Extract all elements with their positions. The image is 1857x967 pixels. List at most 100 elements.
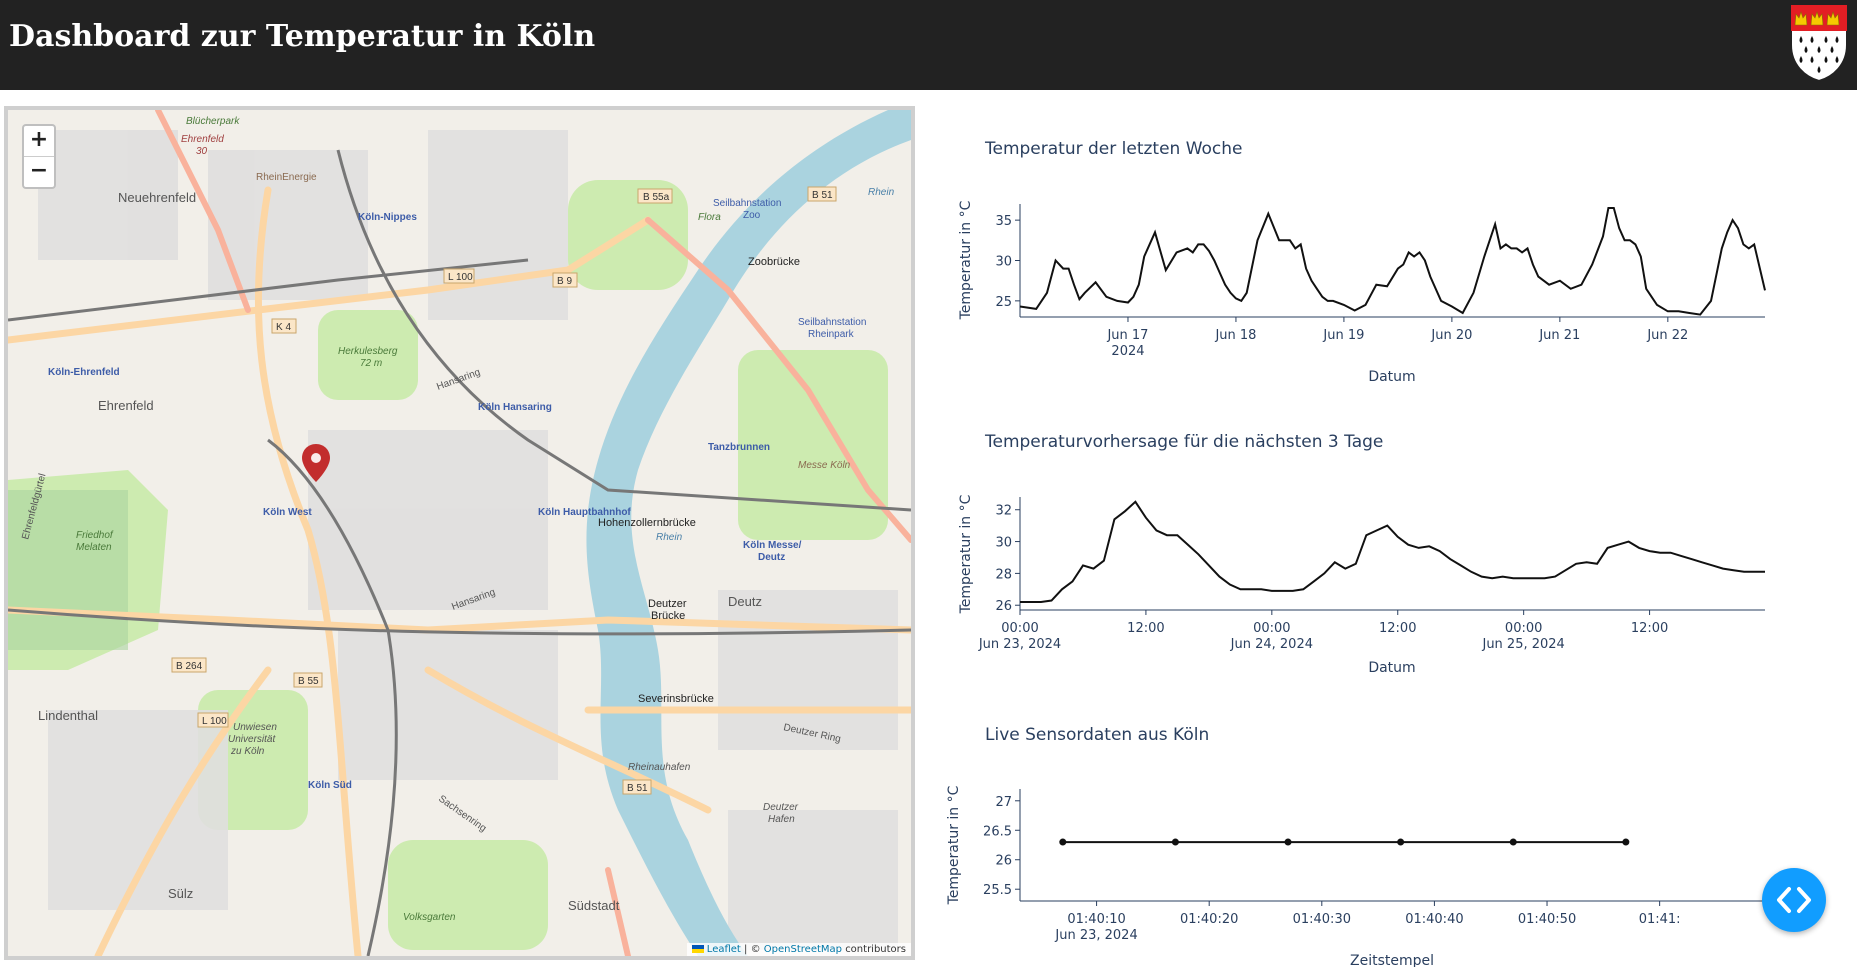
y-tick-label: 28 xyxy=(995,567,1012,582)
label-suelz: Sülz xyxy=(168,886,193,901)
label-tanzbrunnen: Tanzbrunnen xyxy=(708,442,770,453)
label-koeln-messe: Köln Messe/ xyxy=(743,540,802,551)
x-tick-label: 12:00 xyxy=(1379,621,1416,636)
ukraine-flag-icon xyxy=(691,945,704,953)
chart-week[interactable]: Temperatur der letzten Woche 25 30 35 Jun … xyxy=(940,122,1857,412)
label-deutzer-bruecke: Deutzer xyxy=(648,598,687,610)
label-ehrenfeld-30-b: 30 xyxy=(196,146,208,157)
x-tick-label: 01:40:20 xyxy=(1180,912,1238,927)
road-shield-b9: B 9 xyxy=(552,272,578,288)
chart-week-title: Temperatur der letzten Woche xyxy=(984,139,1243,159)
road-shield-b55: B 55 xyxy=(293,672,323,688)
y-tick-label: 30 xyxy=(995,536,1012,551)
label-volksgarten: Volksgarten xyxy=(403,912,456,923)
svg-text:B 55: B 55 xyxy=(298,676,319,687)
svg-text:B 51: B 51 xyxy=(627,783,648,794)
label-ehrenfeld-30: Ehrenfeld xyxy=(181,134,224,145)
svg-text:B 9: B 9 xyxy=(557,276,572,287)
chart-forecast-xlabel: Datum xyxy=(1368,660,1415,676)
map-tiles[interactable]: Neuehrenfeld Ehrenfeld Köln-Ehrenfeld Kö… xyxy=(8,110,911,956)
chart-forecast-y-ticks: 26 28 30 32 xyxy=(995,504,1020,614)
x-tick-sublabel: 2024 xyxy=(1111,344,1144,359)
code-brackets-icon xyxy=(1777,887,1811,913)
x-tick-sublabel: Jun 23, 2024 xyxy=(978,637,1061,652)
x-tick-sublabel: Jun 24, 2024 xyxy=(1230,637,1313,652)
x-tick-label: 01:40:10 xyxy=(1067,912,1125,927)
chart-forecast-ylabel: Temperatur in °C xyxy=(958,494,974,614)
label-seilbahn-zoo: Seilbahnstation xyxy=(713,198,781,209)
label-universitaet: Universität xyxy=(228,734,276,745)
live-data-point[interactable] xyxy=(1284,838,1292,846)
chart-forecast-title: Temperaturvorhersage für die nächsten 3 … xyxy=(984,432,1383,452)
label-koeln-ehrenfeld: Köln-Ehrenfeld xyxy=(48,367,120,378)
chart-week-xlabel: Datum xyxy=(1368,369,1415,385)
label-koeln-nippes: Köln-Nippes xyxy=(358,212,417,223)
label-zu-koeln: zu Köln xyxy=(230,746,265,757)
zoom-out-button[interactable]: − xyxy=(24,156,54,187)
svg-text:L 100: L 100 xyxy=(448,272,473,283)
chart-forecast[interactable]: Temperaturvorhersage für die nächsten 3 … xyxy=(940,414,1857,704)
label-suedstadt: Südstadt xyxy=(568,898,620,913)
live-data-point[interactable] xyxy=(1622,838,1630,846)
label-rhein: Rhein xyxy=(868,187,895,198)
road-shield-b51: B 51 xyxy=(807,186,837,202)
svg-text:B 51: B 51 xyxy=(812,190,833,201)
label-seilbahn-rheinpark-2: Rheinpark xyxy=(808,329,855,340)
x-tick-sublabel: Jun 23, 2024 xyxy=(1054,928,1137,943)
y-tick-label: 35 xyxy=(995,214,1012,229)
chart-forecast-series-line[interactable] xyxy=(1020,500,1765,603)
road-shield-l100: L 100 xyxy=(443,268,475,284)
x-tick-label: 00:00 xyxy=(1505,621,1542,636)
label-lindenthal: Lindenthal xyxy=(38,708,98,723)
label-unwiesen: Unwiesen xyxy=(233,722,277,733)
y-tick-label: 25.5 xyxy=(983,883,1012,898)
openstreetmap-link[interactable]: OpenStreetMap xyxy=(764,944,842,955)
label-koeln-hansaring: Köln Hansaring xyxy=(478,402,552,413)
chart-live-plot[interactable]: 25.52626.527 01:40:10 01:40:20 01:40:30 01:… xyxy=(983,789,1770,943)
label-hohenzollernbruecke: Hohenzollernbrücke xyxy=(598,517,696,529)
chart-forecast-plot[interactable]: 26 28 30 32 00:00 12:00 00:00 12:00 00:00 12:00 J… xyxy=(978,497,1765,652)
svg-text:L 100: L 100 xyxy=(202,716,227,727)
x-tick-label: 00:00 xyxy=(1253,621,1290,636)
chart-forecast-x-ticks: 00:00 12:00 00:00 12:00 00:00 12:00 Jun 23, 20… xyxy=(978,610,1668,652)
attribution-suffix: contributors xyxy=(845,944,906,955)
label-koeln-messe-deutz: Deutz xyxy=(758,552,785,563)
x-tick-label: 01:41: xyxy=(1639,912,1681,927)
label-deutzer-hafen: Deutzer xyxy=(763,802,799,813)
label-deutz: Deutz xyxy=(728,594,762,609)
x-tick-label: 00:00 xyxy=(1001,621,1038,636)
live-data-point[interactable] xyxy=(1059,838,1067,846)
chart-week-plot[interactable]: 253035 Jun 17 Jun 18 Jun 19 Jun 20 Jun 21 Jun… xyxy=(995,204,1766,359)
y-tick-label: 26 xyxy=(995,854,1012,869)
label-rheinauhafen: Rheinauhafen xyxy=(628,762,691,773)
zoom-in-button[interactable]: + xyxy=(24,126,54,156)
label-friedhof: Friedhof xyxy=(76,530,114,541)
chart-week-x-ticks: Jun 17 Jun 18 Jun 19 Jun 20 Jun 21 Jun 22 2024 xyxy=(1106,317,1688,359)
chart-live-x-ticks: 01:40:10 01:40:20 01:40:30 01:40:40 01:40:50… xyxy=(1054,901,1681,943)
label-koeln-west: Köln West xyxy=(263,507,312,518)
header-bar: Dashboard zur Temperatur in Köln xyxy=(0,0,1857,90)
x-tick-label: 01:40:30 xyxy=(1293,912,1351,927)
label-deutzer-hafen-2: Hafen xyxy=(768,814,795,825)
label-rheinenergie: RheinEnergie xyxy=(256,172,317,183)
leaflet-link[interactable]: Leaflet xyxy=(707,944,741,955)
y-tick-label: 27 xyxy=(995,795,1012,810)
x-tick-label: 12:00 xyxy=(1127,621,1164,636)
x-tick-label: Jun 20 xyxy=(1430,328,1472,343)
svg-text:B 264: B 264 xyxy=(176,661,203,672)
map-view[interactable]: Neuehrenfeld Ehrenfeld Köln-Ehrenfeld Kö… xyxy=(4,106,915,960)
label-koeln-sued: Köln Süd xyxy=(308,780,352,791)
attribution-separator: | © xyxy=(744,944,761,955)
x-tick-label: 01:40:40 xyxy=(1405,912,1463,927)
chart-live[interactable]: Live Sensordaten aus Köln 25.5 26 26.5 27 0… xyxy=(940,707,1857,967)
label-herkulesberg: Herkulesberg xyxy=(338,346,398,357)
chart-week-y-ticks: 25 30 35 xyxy=(995,214,1020,310)
chart-week-series-line[interactable] xyxy=(1019,207,1766,316)
dev-tools-button[interactable] xyxy=(1762,868,1826,932)
live-data-point[interactable] xyxy=(1171,838,1179,846)
live-data-point[interactable] xyxy=(1509,838,1517,846)
chart-live-y-ticks: 25.5 26 26.5 27 xyxy=(983,795,1020,898)
y-tick-label: 26 xyxy=(995,599,1012,614)
x-tick-label: Jun 22 xyxy=(1646,328,1688,343)
live-data-point[interactable] xyxy=(1397,838,1405,846)
